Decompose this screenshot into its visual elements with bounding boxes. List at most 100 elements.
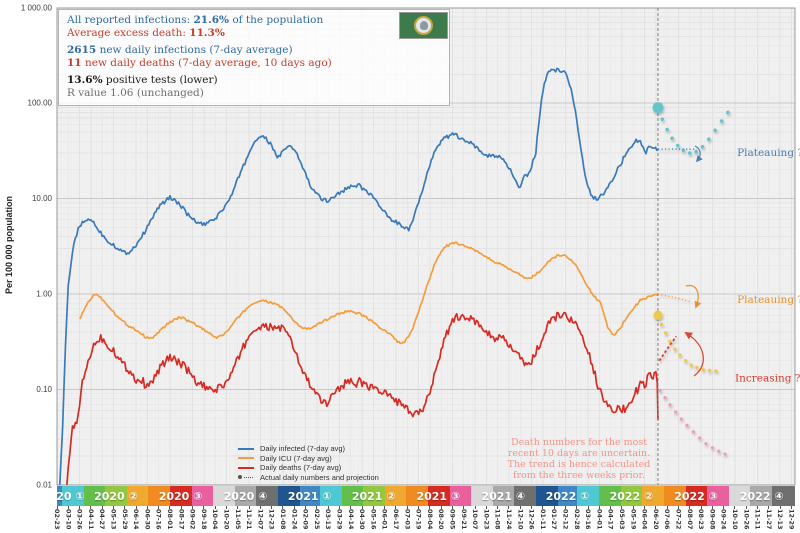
x-axis-date-label: 06-30 <box>143 509 151 529</box>
deaths-trend-label: Increasing ? <box>735 373 800 385</box>
x-axis-date-label: 08-07 <box>686 509 694 529</box>
reported-infections-value: 21.6% <box>193 14 229 26</box>
quarter-band-label: 2021 ① <box>278 486 342 506</box>
x-axis-date-label: 11-21 <box>245 509 253 529</box>
icu-actual-projection-dot <box>695 366 698 369</box>
x-axis-date-label: 07-19 <box>415 509 423 529</box>
icu-actual-projection-dot <box>684 359 687 362</box>
x-axis-date-label: 02-09 <box>302 509 310 529</box>
death-data-uncertainty-note: Death numbers for the most recent 10 day… <box>496 437 662 481</box>
x-axis-date-label: 05-29 <box>121 509 129 529</box>
quarter-band-label: 2021 ③ <box>406 486 471 506</box>
x-axis-date-label: 07-06 <box>663 509 671 529</box>
x-axis-date-label: 02-28 <box>573 509 581 529</box>
y-axis-tick-label: 100.00 <box>28 99 53 108</box>
x-axis-date-label: 04-27 <box>98 509 106 529</box>
quarter-band-label: 2022 ② <box>599 486 663 506</box>
infections-actual-projection-dot <box>660 117 664 121</box>
x-axis-date-label: 01-11 <box>539 509 547 529</box>
x-axis-date-label: 12-13 <box>776 509 784 529</box>
legend-item: Daily infected (7-day avg) <box>238 444 379 454</box>
y-axis-tick-label: 1 000.00 <box>21 3 53 12</box>
deaths-actual-projection-dot <box>692 430 695 433</box>
latest-daily-infections-dot <box>652 102 663 113</box>
x-axis-date-label: 01-27 <box>550 509 558 529</box>
x-axis-date-label: 07-22 <box>674 509 682 529</box>
legend-item: Actual daily numbers and projection <box>238 473 379 483</box>
legend-item: Daily deaths (7-day avg) <box>238 463 379 473</box>
infections-actual-projection-dot <box>720 119 724 123</box>
x-axis-date-label: 08-20 <box>437 509 445 529</box>
x-axis-date-label: 03-16 <box>584 509 592 529</box>
infections-actual-projection-dot <box>670 136 674 140</box>
x-axis-date-label: 12-26 <box>528 509 536 529</box>
daily-deaths-text: new daily deaths (7-day average, 10 days… <box>82 57 332 69</box>
daily-deaths-line: 11 new daily deaths (7-day average, 10 d… <box>67 57 441 70</box>
y-axis-tick-label: 10.00 <box>32 194 53 203</box>
deaths-actual-projection-dot <box>717 450 720 453</box>
quarter-band-axis: 20 ①2020 ②2020 ③2020 ④2021 ①2021 ②2021 ③… <box>0 486 800 506</box>
x-axis-date-label: 06-14 <box>132 509 140 529</box>
daily-deaths-value: 11 <box>67 57 82 69</box>
deaths-actual-projection-dot <box>668 403 671 406</box>
x-axis-date-label: 03-10 <box>64 509 72 529</box>
x-axis-date-label: 06-17 <box>392 509 400 529</box>
x-axis-date-label: 10-23 <box>482 509 490 529</box>
x-axis-date-label: 06-20 <box>652 509 660 529</box>
excess-death-value: 11.3% <box>189 27 225 39</box>
icu-actual-projection-dot <box>673 347 676 350</box>
x-axis-date-label: 10-07 <box>471 509 479 529</box>
x-axis-date-label: 04-30 <box>358 509 366 529</box>
x-axis-date-label: 03-29 <box>335 509 343 529</box>
quarter-band-label: 2020 ② <box>84 486 148 506</box>
x-axis-date-label: 01-08 <box>279 509 287 529</box>
positive-tests-text: positive tests (lower) <box>103 74 218 86</box>
legend-label: Actual daily numbers and projection <box>260 473 379 482</box>
infections-actual-projection-dot <box>701 145 705 149</box>
legend-label: Daily ICU (7-day avg) <box>260 454 332 463</box>
x-axis-date-label: 02-12 <box>561 509 569 529</box>
positive-tests-line: 13.6% positive tests (lower) <box>67 74 441 87</box>
deaths-actual-projection-dot <box>711 446 714 449</box>
x-axis-date-label: 02-23 <box>53 509 61 529</box>
chart-legend: Daily infected (7-day avg)Daily ICU (7-d… <box>238 444 379 482</box>
infections-trend-label: Plateauing ? <box>737 147 800 159</box>
x-axis-date-label: 11-27 <box>765 509 773 529</box>
icu-actual-projection-dot <box>660 323 663 326</box>
infections-actual-projection-dot <box>713 128 717 132</box>
r-value-line: R value 1.06 (unchanged) <box>67 87 441 100</box>
x-axis-date-label: 09-21 <box>460 509 468 529</box>
x-axis-date-label: 02-25 <box>313 509 321 529</box>
icu-actual-projection-dot <box>708 369 711 372</box>
x-axis-date-label: 05-19 <box>629 509 637 529</box>
x-axis-date-label: 08-01 <box>166 509 174 529</box>
daily-infections-line: 2615 new daily infections (7-day average… <box>67 44 441 57</box>
legend-label: Daily deaths (7-day avg) <box>260 463 341 472</box>
x-axis-date-label: 03-13 <box>324 509 332 529</box>
x-axis-date-label: 09-08 <box>708 509 716 529</box>
x-axis-date-label: 12-10 <box>516 509 524 529</box>
y-axis-title: Per 100 000 population <box>4 170 14 320</box>
summary-panel: All reported infections: 21.6% of the po… <box>58 9 450 106</box>
deaths-actual-projection-dot <box>658 389 661 392</box>
deaths-actual-projection-dot <box>723 452 726 455</box>
quarter-band-label: 2021 ② <box>342 486 406 506</box>
reported-infections-suffix: of the population <box>229 14 323 26</box>
x-axis-date-label: 01-24 <box>290 509 298 529</box>
legend-label: Daily infected (7-day avg) <box>260 444 345 453</box>
deaths-actual-projection-dot <box>685 424 688 427</box>
x-axis-date-label: 11-08 <box>494 509 502 529</box>
x-axis-date-label: 06-01 <box>381 509 389 529</box>
infections-actual-projection-dot <box>676 144 680 148</box>
legend-item: Daily ICU (7-day avg) <box>238 454 379 464</box>
x-axis-date-label: 04-11 <box>87 509 95 529</box>
reported-infections-line: All reported infections: 21.6% of the po… <box>67 14 441 27</box>
daily-infections-value: 2615 <box>67 44 96 56</box>
legend-swatch-icon <box>238 467 255 469</box>
latest-daily-icu-dot <box>653 311 662 320</box>
legend-swatch-icon <box>238 448 255 450</box>
x-axis-date-label: 11-24 <box>505 509 513 529</box>
deaths-actual-projection-dot <box>663 396 666 399</box>
x-axis-date-label: 12-07 <box>256 509 264 529</box>
icu-actual-projection-dot <box>701 368 704 371</box>
